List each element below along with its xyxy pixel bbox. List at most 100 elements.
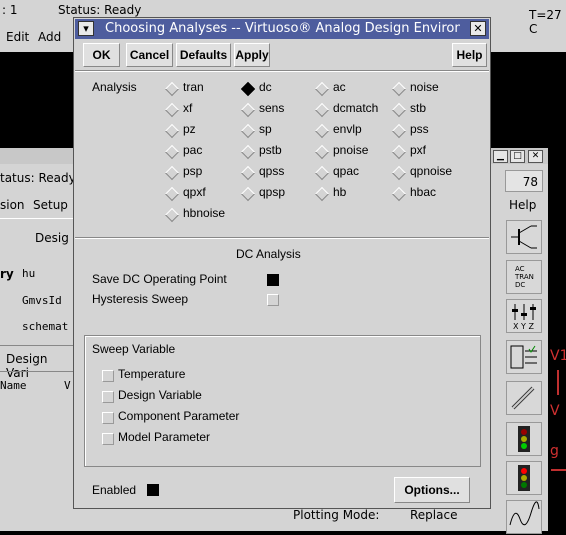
analysis-label-psp[interactable]: psp [183,164,202,178]
radio-hbnoise[interactable] [164,207,180,223]
radio-diamond-icon [164,207,180,223]
close-icon[interactable]: ✕ [528,150,543,163]
analysis-label-qpxf[interactable]: qpxf [183,185,206,199]
menu-session[interactable]: sion [0,198,25,212]
analysis-label-hb[interactable]: hb [333,185,346,199]
radio-qpnoise[interactable] [391,165,407,181]
menu-help[interactable]: Help [509,198,536,212]
radio-xf[interactable] [164,102,180,118]
analysis-label-qpsp[interactable]: qpsp [259,185,285,199]
save-dc-op-checkbox[interactable] [267,274,279,286]
plotting-mode-select[interactable]: Replace [410,508,457,522]
radio-qpac[interactable] [314,165,330,181]
design-variable-label: Design Variable [118,388,202,402]
radio-sp[interactable] [240,123,256,139]
transistor-icon[interactable] [506,220,542,254]
schematic-fragment: V1 V g [548,340,566,480]
analysis-label-pstb[interactable]: pstb [259,143,282,157]
radio-pnoise[interactable] [314,144,330,160]
run-simulation-icon[interactable] [506,422,542,456]
analysis-label-ac[interactable]: ac [333,80,346,94]
apply-button[interactable]: Apply [234,43,270,67]
component-parameter-label: Component Parameter [118,409,240,423]
radio-noise[interactable] [391,81,407,97]
radio-dcmatch[interactable] [314,102,330,118]
analysis-label-stb[interactable]: stb [410,101,426,115]
radio-stb[interactable] [391,102,407,118]
radio-psp[interactable] [164,165,180,181]
radio-pxf[interactable] [391,144,407,160]
radio-pss[interactable] [391,123,407,139]
analysis-label-xf[interactable]: xf [183,101,192,115]
analysis-label-qpac[interactable]: qpac [333,164,359,178]
analysis-label-tran[interactable]: tran [183,80,204,94]
radio-diamond-icon [314,144,330,160]
close-icon[interactable]: ✕ [470,21,486,36]
stop-simulation-icon[interactable] [506,461,542,495]
radio-diamond-icon [164,165,180,181]
radio-pac[interactable] [164,144,180,160]
minimize-icon[interactable]: ▁ [493,150,508,163]
radio-diamond-icon [240,186,256,202]
analysis-label-hbnoise[interactable]: hbnoise [183,206,225,220]
radio-hbac[interactable] [391,186,407,202]
menu-add[interactable]: Add [38,30,61,44]
options-button[interactable]: Options... [394,477,470,503]
analysis-label-pxf[interactable]: pxf [410,143,426,157]
analysis-label-pz[interactable]: pz [183,122,196,136]
window-fragment-label: : 1 [2,3,18,17]
outputs-icon[interactable] [506,340,542,374]
analysis-label-hbac[interactable]: hbac [410,185,436,199]
menu-edit[interactable]: Edit [6,30,29,44]
radio-qpsp[interactable] [240,186,256,202]
analysis-select-icon[interactable]: AC TRAN DC [506,260,542,294]
analysis-label-dcmatch[interactable]: dcmatch [333,101,378,115]
radio-qpss[interactable] [240,165,256,181]
analysis-label-dc[interactable]: dc [259,80,272,94]
radio-hb[interactable] [314,186,330,202]
dc-analysis-title: DC Analysis [236,247,301,261]
analysis-label-pac[interactable]: pac [183,143,202,157]
model-parameter-checkbox[interactable] [102,433,114,445]
analysis-label-noise[interactable]: noise [410,80,439,94]
design-variable-checkbox[interactable] [102,391,114,403]
temperature-checkbox[interactable] [102,370,114,382]
radio-diamond-icon [314,102,330,118]
design-label: Desig [35,231,69,245]
radio-ac[interactable] [314,81,330,97]
radio-tran[interactable] [164,81,180,97]
divider [0,345,73,346]
analysis-label-sens[interactable]: sens [259,101,284,115]
library-label: ry [0,267,14,281]
radio-qpxf[interactable] [164,186,180,202]
probe-icon[interactable] [506,381,542,415]
analysis-label-qpss[interactable]: qpss [259,164,284,178]
enabled-label: Enabled [92,483,137,497]
radio-pstb[interactable] [240,144,256,160]
analysis-label-pnoise[interactable]: pnoise [333,143,368,157]
enabled-checkbox[interactable] [147,484,159,496]
dc-text: DC [515,281,526,289]
temperature-label: Temperature [118,367,186,381]
menu-setup[interactable]: Setup [33,198,68,212]
ok-button[interactable]: OK [83,43,120,67]
window-menu-icon[interactable]: ▾ [78,21,94,36]
cancel-button[interactable]: Cancel [126,43,173,67]
analysis-label-qpnoise[interactable]: qpnoise [410,164,452,178]
maximize-icon[interactable]: □ [510,150,525,163]
plot-outputs-icon[interactable] [506,500,542,534]
analysis-label-envlp[interactable]: envlp [333,122,362,136]
component-parameter-checkbox[interactable] [102,412,114,424]
radio-envlp[interactable] [314,123,330,139]
analysis-label-pss[interactable]: pss [410,122,429,136]
analysis-label-sp[interactable]: sp [259,122,272,136]
radio-dc[interactable] [240,81,256,97]
cell-value: GmvsId [22,294,62,307]
radio-pz[interactable] [164,123,180,139]
variables-icon[interactable]: X Y Z [506,299,542,333]
radio-sens[interactable] [240,102,256,118]
help-button[interactable]: Help [452,43,487,67]
hysteresis-checkbox[interactable] [267,294,279,306]
defaults-button[interactable]: Defaults [176,43,231,67]
divider [75,237,489,239]
